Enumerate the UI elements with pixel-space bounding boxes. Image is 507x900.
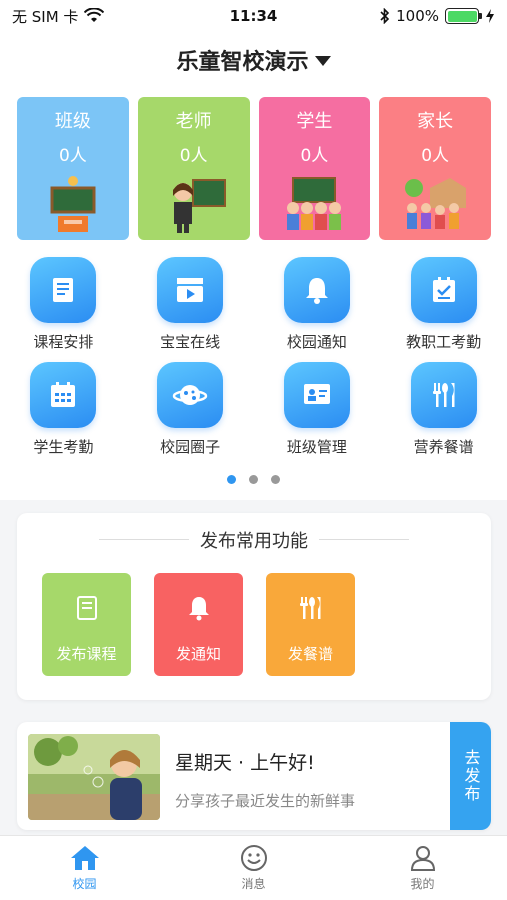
profile-icon[interactable] bbox=[408, 844, 438, 872]
school-selector[interactable]: 乐童智校演示 bbox=[0, 38, 507, 82]
status-right: 100% bbox=[380, 7, 495, 25]
video-icon bbox=[177, 278, 204, 302]
child-photo-image bbox=[28, 734, 160, 820]
grid-label: 学生考勤 bbox=[33, 438, 94, 456]
checklist-icon bbox=[432, 277, 455, 302]
calendar-icon bbox=[51, 382, 76, 407]
grid-icon[interactable] bbox=[283, 257, 350, 323]
child-photo bbox=[28, 734, 160, 820]
battery-icon bbox=[445, 8, 482, 24]
tab-mine[interactable]: 我的 bbox=[338, 836, 507, 900]
bell-icon bbox=[188, 597, 209, 621]
smiley-icon[interactable] bbox=[239, 844, 269, 872]
greeting-subtitle: 分享孩子最近发生的新鲜事 bbox=[175, 792, 356, 810]
publish-menu-button[interactable]: 发餐谱 bbox=[266, 573, 355, 676]
grid-label: 班级管理 bbox=[286, 438, 347, 456]
stat-count: 0人 bbox=[421, 146, 450, 166]
stat-card-students[interactable]: 学生 0人 bbox=[258, 97, 371, 240]
go-post-button[interactable]: 去发布 bbox=[450, 722, 491, 830]
tab-label: 消息 bbox=[241, 877, 266, 891]
grid-row: 学生考勤 校园圈子 班级管理 营养餐谱 bbox=[0, 362, 507, 467]
stat-card-teachers[interactable]: 老师 0人 bbox=[137, 97, 250, 240]
book-icon bbox=[53, 278, 74, 302]
grid-item-campus-notice[interactable]: 校园通知 bbox=[254, 257, 381, 362]
publish-notice-button[interactable]: 发通知 bbox=[154, 573, 243, 676]
grid-icon[interactable] bbox=[283, 362, 350, 428]
grid-item-baby-online[interactable]: 宝宝在线 bbox=[127, 257, 254, 362]
battery-level bbox=[447, 10, 477, 22]
caret-down-icon[interactable] bbox=[314, 56, 331, 66]
battery-percent: 100% bbox=[396, 7, 439, 25]
carrier-label: 无 SIM 卡 bbox=[12, 7, 79, 26]
stat-title: 家长 bbox=[417, 111, 454, 132]
publish-course-button[interactable]: 发布课程 bbox=[42, 573, 131, 676]
stat-count: 0人 bbox=[300, 146, 329, 166]
greeting-card[interactable]: 星期天 · 上午好! 分享孩子最近发生的新鲜事 去发布 bbox=[17, 722, 491, 830]
tab-bar: 校园 消息 我的 bbox=[0, 835, 507, 900]
bluetooth-icon bbox=[380, 8, 390, 24]
stat-title: 班级 bbox=[54, 111, 91, 132]
stats-row: 班级 0人 老师 0人 学生 0人 家长 0人 bbox=[17, 97, 491, 240]
page-title[interactable]: 乐童智校演示 bbox=[176, 44, 308, 76]
grid-item-staff-attendance[interactable]: 教职工考勤 bbox=[380, 257, 507, 362]
teacher-icon bbox=[172, 179, 226, 233]
page-dot-active[interactable] bbox=[227, 475, 236, 484]
tab-messages[interactable]: 消息 bbox=[169, 836, 338, 900]
stat-count: 0人 bbox=[58, 146, 87, 166]
planet-icon bbox=[172, 385, 208, 405]
stat-title: 老师 bbox=[175, 111, 212, 132]
publish-label: 发餐谱 bbox=[287, 645, 333, 663]
publish-card: 发布常用功能 发布课程 发通知 发餐谱 bbox=[17, 513, 491, 700]
grid-icon[interactable] bbox=[157, 362, 224, 428]
page-indicator[interactable] bbox=[0, 475, 507, 484]
stat-card-parents[interactable]: 家长 0人 bbox=[379, 97, 491, 240]
parents-icon bbox=[405, 178, 467, 229]
classroom-icon bbox=[50, 176, 96, 232]
grid-label: 校园圈子 bbox=[160, 438, 221, 456]
status-bar: 无 SIM 卡 11:34 100% bbox=[0, 0, 507, 32]
book-icon bbox=[76, 596, 97, 620]
grid-icon[interactable] bbox=[157, 257, 224, 323]
grid-item-student-attendance[interactable]: 学生考勤 bbox=[0, 362, 127, 467]
grid-item-class-management[interactable]: 班级管理 bbox=[254, 362, 381, 467]
grid-label: 校园通知 bbox=[286, 333, 347, 351]
board-icon bbox=[303, 384, 330, 404]
publish-label: 发布课程 bbox=[56, 645, 117, 663]
grid-item-course-schedule[interactable]: 课程安排 bbox=[0, 257, 127, 362]
cutlery-icon bbox=[299, 597, 320, 619]
function-grid: 课程安排 宝宝在线 校园通知 教职工考勤 学生考勤 校园圈子 班级管理 营养餐谱 bbox=[0, 257, 507, 467]
grid-icon[interactable] bbox=[410, 362, 477, 428]
stat-title: 学生 bbox=[296, 111, 333, 132]
cutlery-icon bbox=[432, 383, 455, 407]
grid-label: 课程安排 bbox=[33, 333, 94, 351]
tab-label: 我的 bbox=[410, 877, 435, 891]
grid-item-campus-circle[interactable]: 校园圈子 bbox=[127, 362, 254, 467]
grid-icon[interactable] bbox=[30, 362, 97, 428]
house-icon[interactable] bbox=[69, 844, 101, 872]
greeting-title: 星期天 · 上午好! bbox=[175, 752, 315, 774]
tab-label: 校园 bbox=[72, 877, 97, 891]
tab-campus[interactable]: 校园 bbox=[0, 836, 169, 900]
status-left: 无 SIM 卡 bbox=[12, 6, 105, 27]
grid-item-nutrition-menu[interactable]: 营养餐谱 bbox=[380, 362, 507, 467]
page-dot[interactable] bbox=[271, 475, 280, 484]
charging-icon bbox=[486, 9, 494, 23]
grid-label: 营养餐谱 bbox=[413, 438, 474, 456]
stat-card-classes[interactable]: 班级 0人 bbox=[17, 97, 129, 240]
bell-icon bbox=[305, 278, 328, 304]
grid-icon[interactable] bbox=[30, 257, 97, 323]
students-icon bbox=[287, 177, 342, 230]
grid-row: 课程安排 宝宝在线 校园通知 教职工考勤 bbox=[0, 257, 507, 362]
page-dot[interactable] bbox=[249, 475, 258, 484]
wifi-icon bbox=[84, 8, 105, 22]
publish-label: 发通知 bbox=[175, 645, 221, 663]
publish-items: 发布课程 发通知 发餐谱 bbox=[42, 573, 355, 676]
publish-title: 发布常用功能 bbox=[17, 527, 491, 553]
grid-icon[interactable] bbox=[410, 257, 477, 323]
stat-count: 0人 bbox=[179, 146, 208, 166]
grid-label: 宝宝在线 bbox=[160, 333, 221, 351]
grid-label: 教职工考勤 bbox=[406, 333, 482, 351]
